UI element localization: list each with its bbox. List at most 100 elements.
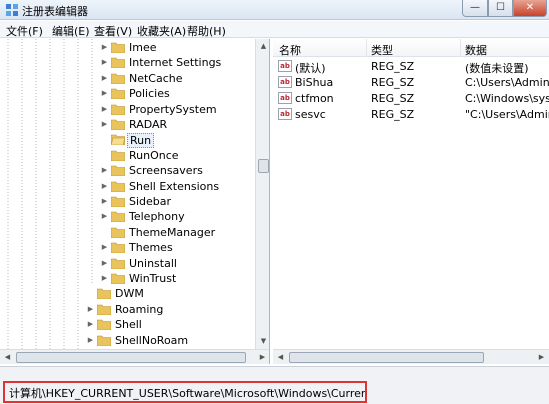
tree-item[interactable]: ▶ Screensavers — [0, 164, 255, 179]
tree-item[interactable]: ▶ Policies — [0, 87, 255, 102]
tree-item[interactable]: ▶ Imee — [0, 41, 255, 56]
scroll-up-icon[interactable]: ▲ — [256, 39, 269, 54]
tree-item-label: Policies — [129, 87, 170, 101]
title-bar: 注册表编辑器 — ☐ ✕ — [0, 0, 549, 20]
tree-item-label: Shell — [115, 318, 142, 332]
expand-arrow-icon[interactable]: ▶ — [100, 89, 109, 98]
list-horizontal-scrollbar[interactable]: ◀ ▶ — [273, 349, 549, 364]
tree-item[interactable]: ▶ Internet Settings — [0, 56, 255, 71]
tree-item[interactable]: ThemeManager — [0, 226, 255, 241]
expand-arrow-icon[interactable]: ▶ — [100, 43, 109, 52]
expand-arrow-icon[interactable]: ▶ — [100, 197, 109, 206]
tree-item[interactable]: ▶ PropertySystem — [0, 103, 255, 118]
folder-icon — [111, 165, 125, 177]
expand-arrow-icon[interactable]: ▶ — [100, 274, 109, 283]
column-header-type[interactable]: 类型 — [371, 39, 461, 57]
string-value-icon: ab — [278, 60, 292, 72]
scroll-down-icon[interactable]: ▼ — [256, 334, 269, 349]
expand-arrow-icon[interactable]: ▶ — [86, 336, 95, 345]
scroll-right-icon[interactable]: ▶ — [534, 350, 549, 364]
tree-item-label: PropertySystem — [129, 102, 217, 116]
tree-item[interactable]: ▶ Shell Extensions — [0, 180, 255, 195]
expand-arrow-icon[interactable]: ▶ — [100, 243, 109, 252]
tree-item[interactable]: ▶ Telephony — [0, 210, 255, 225]
maximize-button[interactable]: ☐ — [488, 0, 513, 17]
expand-arrow-icon[interactable]: ▶ — [86, 320, 95, 329]
tree-item[interactable]: RunOnce — [0, 149, 255, 164]
value-type: REG_SZ — [371, 108, 415, 121]
menu-edit[interactable]: 编辑(E) — [52, 23, 90, 39]
tree-vertical-scrollbar[interactable]: ▲ ▼ — [255, 39, 269, 349]
expand-arrow-icon[interactable]: ▶ — [86, 305, 95, 314]
value-row[interactable]: abBiShua REG_SZ C:\Users\Administ — [273, 75, 549, 91]
value-name: BiShua — [295, 76, 334, 89]
tree-item-label: WinTrust — [129, 272, 177, 285]
expand-arrow-icon[interactable]: ▶ — [100, 259, 109, 268]
value-row[interactable]: absesvc REG_SZ "C:\Users\Adminis — [273, 107, 549, 123]
folder-icon — [111, 88, 125, 100]
value-data: (数值未设置) — [465, 62, 529, 75]
value-data: "C:\Users\Adminis — [465, 108, 549, 121]
expand-arrow-icon[interactable]: ▶ — [100, 120, 109, 129]
column-header-data[interactable]: 数据 — [465, 39, 549, 57]
tree-item-label: Uninstall — [129, 256, 177, 270]
scroll-left-icon[interactable]: ◀ — [273, 350, 288, 364]
menu-file[interactable]: 文件(F) — [6, 23, 43, 39]
scroll-left-icon[interactable]: ◀ — [0, 350, 15, 364]
tree-scroll-thumb[interactable] — [258, 159, 269, 173]
value-name: ctfmon — [295, 92, 334, 105]
key-tree-pane[interactable]: ▶ Imee ▶ Internet Settings ▶ NetCache ▶ Policie… — [0, 39, 270, 364]
list-hscroll-thumb[interactable] — [289, 352, 484, 363]
tree-item[interactable]: Run — [0, 133, 255, 149]
menu-help[interactable]: 帮助(H) — [187, 23, 226, 39]
expand-arrow-icon[interactable]: ▶ — [100, 212, 109, 221]
values-list-pane[interactable]: 名称 类型 数据 ab (默认) REG_SZ (数值未设置) ab BiShua REG_… — [273, 39, 549, 364]
expand-arrow-icon[interactable]: ▶ — [100, 166, 109, 175]
folder-icon — [97, 304, 111, 315]
column-header-name[interactable]: 名称 — [279, 39, 367, 57]
tree-hscroll-thumb[interactable] — [16, 352, 246, 363]
tree-item[interactable]: ▶ RADAR — [0, 118, 255, 133]
folder-icon — [111, 119, 125, 130]
tree-item[interactable]: ▶ WinTrust — [0, 272, 255, 287]
close-button[interactable]: ✕ — [513, 0, 547, 17]
menu-bar: 文件(F) 编辑(E) 查看(V) 收藏夹(A) 帮助(H) — [0, 21, 549, 38]
tree-item-label: ShellNoRoam — [115, 333, 189, 347]
folder-icon — [97, 289, 111, 300]
expand-arrow-icon[interactable]: ▶ — [100, 182, 109, 191]
menu-view[interactable]: 查看(V) — [94, 23, 132, 39]
folder-icon — [111, 258, 125, 269]
minimize-button[interactable]: — — [462, 0, 488, 17]
tree-item[interactable]: DWM — [0, 287, 255, 302]
tree-item[interactable]: ▶ ShellNoRoam — [0, 334, 255, 349]
menu-favorites[interactable]: 收藏夹(A) — [137, 23, 186, 39]
expand-arrow-icon[interactable]: ▶ — [100, 105, 109, 114]
folder-icon — [111, 58, 125, 69]
tree-item[interactable]: ▶ Shell — [0, 318, 255, 333]
folder-icon — [111, 212, 125, 223]
value-type: REG_SZ — [371, 76, 415, 89]
value-data: C:\Users\Administ — [465, 76, 549, 89]
tree-item[interactable]: ▶ Sidebar — [0, 195, 255, 210]
value-row[interactable]: abctfmon REG_SZ C:\Windows\system — [273, 91, 549, 107]
folder-icon — [111, 227, 125, 238]
tree-item-label: DWM — [115, 287, 144, 301]
tree-item[interactable]: ▶ Uninstall — [0, 257, 255, 272]
scroll-right-icon[interactable]: ▶ — [255, 350, 269, 364]
value-name: (默认) — [295, 62, 326, 75]
folder-icon — [97, 319, 111, 331]
string-value-icon: ab — [278, 92, 292, 104]
window-title: 注册表编辑器 — [22, 5, 88, 18]
tree-item[interactable]: ▶ Roaming — [0, 303, 255, 318]
tree-item-label: Internet Settings — [129, 56, 222, 70]
expand-arrow-icon[interactable]: ▶ — [100, 74, 109, 83]
tree-item[interactable]: ▶ NetCache — [0, 72, 255, 87]
tree-item-label: RunOnce — [129, 148, 179, 162]
tree-horizontal-scrollbar[interactable]: ◀ ▶ — [0, 349, 269, 364]
tree-item[interactable]: ▶ Themes — [0, 241, 255, 256]
folder-icon — [111, 73, 125, 84]
value-row[interactable]: ab (默认) REG_SZ (数值未设置) — [273, 59, 549, 75]
tree-item-label: NetCache — [129, 71, 183, 85]
expand-arrow-icon[interactable]: ▶ — [100, 58, 109, 67]
folder-icon — [111, 196, 125, 207]
